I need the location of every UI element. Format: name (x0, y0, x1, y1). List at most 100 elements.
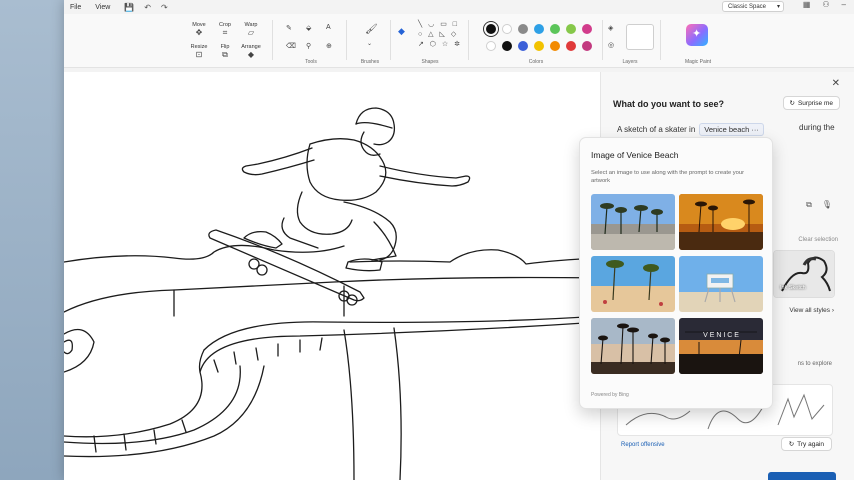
color-swatch[interactable] (502, 24, 512, 34)
refresh-icon: ↻ (789, 100, 795, 107)
layers-icon[interactable]: ◈ (608, 24, 613, 32)
undo-icon[interactable]: ↶ (144, 3, 151, 12)
shapes-fill-icon[interactable]: ◆ (398, 26, 405, 37)
lifeguard-tower-image (679, 256, 763, 312)
minimize-icon[interactable]: – (842, 0, 846, 9)
warp-icon: ▱ (247, 28, 255, 37)
color-swatch[interactable] (534, 41, 544, 51)
prompt-prefix: A sketch of a skater in (617, 125, 696, 134)
color-swatch[interactable] (550, 41, 560, 51)
save-icon[interactable]: 💾 (124, 3, 134, 12)
chevron-down-icon[interactable]: ⌄ (367, 40, 372, 47)
divider (390, 20, 391, 60)
color-picker-icon[interactable]: ⚲ (306, 42, 311, 50)
fill-icon[interactable]: ⬙ (306, 24, 311, 32)
background-icon[interactable]: ◎ (608, 41, 614, 49)
color-swatch[interactable] (582, 24, 592, 34)
image-option-4[interactable] (679, 256, 763, 312)
flip-icon: ⧉ (222, 50, 228, 59)
colors-group: Colors (472, 14, 600, 68)
color-swatch[interactable] (518, 41, 528, 51)
skater-sketch (64, 107, 600, 480)
prompt-actions: ⧉ 🎙 (806, 200, 832, 210)
dusk-palms-image (591, 318, 675, 374)
move-tool[interactable]: Move ✥ (186, 22, 212, 37)
divider (272, 20, 273, 60)
ribbon: Move ✥ Crop ⌗ Warp ▱ Resize ⊡ Flip ⧉ Arrange ◆… (64, 14, 854, 68)
image-option-3[interactable] (591, 256, 675, 312)
brush-icon[interactable]: 🖌 (365, 24, 378, 35)
warp-tool[interactable]: Warp ▱ (238, 22, 264, 37)
prompt-input[interactable]: A sketch of a skater in Venice beach ··· (617, 123, 764, 136)
image-option-2[interactable] (679, 194, 763, 250)
popup-title: Image of Venice Beach (591, 150, 679, 160)
menu-file[interactable]: File (70, 4, 81, 11)
user-icon[interactable]: ⚇ (822, 0, 829, 9)
color-swatch[interactable] (566, 41, 576, 51)
image-option-5[interactable] (591, 318, 675, 374)
image-picker-popup: Image of Venice Beach Select an image to… (579, 137, 773, 409)
zoom-icon[interactable]: ⊕ (326, 42, 332, 50)
menu-view[interactable]: View (95, 4, 110, 11)
refresh-icon: ↻ (788, 441, 795, 448)
color-swatch[interactable] (550, 24, 560, 34)
colors-label: Colors (528, 59, 544, 65)
venice-palms-image (591, 194, 675, 250)
grid-icon[interactable]: ▦ (803, 0, 811, 9)
report-offensive-link[interactable]: Report offensive (621, 442, 665, 448)
redo-icon[interactable]: ↷ (161, 3, 168, 12)
arrange-tool[interactable]: Arrange ◆ (238, 44, 264, 59)
venice-sign-text: V E N I C E (703, 332, 739, 339)
powered-by-bing: Powered by Bing (591, 392, 629, 398)
pencil-icon[interactable]: ✎ (286, 24, 292, 32)
color-swatch[interactable] (502, 41, 512, 51)
shapes-label: Shapes (421, 59, 439, 65)
layer-thumbnail[interactable] (626, 24, 654, 50)
resize-tool[interactable]: Resize ⊡ (186, 44, 212, 59)
flip-tool[interactable]: Flip ⧉ (212, 44, 238, 59)
view-all-styles-link[interactable]: View all styles › (789, 307, 834, 314)
image-icon[interactable]: ⧉ (806, 200, 812, 210)
theme-dropdown[interactable]: Classic Space (722, 1, 784, 12)
shapes-row2-icon[interactable]: ○ △ ◺ ◇ (418, 30, 458, 38)
text-icon[interactable]: A (326, 24, 331, 31)
shapes-row1-icon[interactable]: ╲ ◡ ▭ □ (418, 20, 459, 28)
magic-paint-icon[interactable]: ✦ (686, 24, 708, 46)
move-icon: ✥ (195, 28, 203, 37)
mic-icon[interactable]: 🎙 (822, 200, 832, 210)
brushes-group: 🖌 ⌄ Brushes (352, 14, 388, 68)
chip-label: Venice beach (704, 125, 750, 134)
surprise-me-label: Surprise me (797, 99, 833, 107)
clear-selection-link[interactable]: Clear selection (798, 237, 838, 243)
close-icon[interactable]: ✕ (832, 78, 840, 89)
color-swatch[interactable] (486, 24, 496, 34)
create-button[interactable] (768, 472, 836, 480)
eraser-icon[interactable]: ⌫ (286, 42, 296, 50)
divider (346, 20, 347, 60)
shapes-row3-icon[interactable]: ↗ ⬡ ☆ ✲ (418, 40, 462, 48)
window-controls: ▦ ⚇ – (803, 0, 846, 9)
color-swatch[interactable] (566, 24, 576, 34)
color-swatch[interactable] (582, 41, 592, 51)
style-ink-sketch[interactable]: Ink Sketch (773, 250, 835, 298)
try-again-button[interactable]: ↻ Try again (780, 437, 832, 451)
tools-group: ✎ ⬙ A ⌫ ⚲ ⊕ Tools (278, 14, 344, 68)
color-swatch[interactable] (534, 24, 544, 34)
image-option-1[interactable] (591, 194, 675, 250)
brushes-label: Brushes (360, 59, 380, 65)
surprise-me-button[interactable]: ↻ Surprise me (782, 96, 840, 110)
popup-description: Select an image to use along with the pr… (591, 170, 745, 184)
style-label: Ink Sketch (780, 285, 806, 291)
image-option-6[interactable]: V E N I C E (679, 318, 763, 374)
drawing-canvas[interactable] (64, 72, 600, 480)
beach-palms-image (591, 256, 675, 312)
tools-label: Tools (305, 59, 317, 65)
crop-tool[interactable]: Crop ⌗ (212, 22, 238, 37)
explore-text: ns to explore (797, 361, 832, 367)
divider (660, 20, 661, 60)
panel-title: What do you want to see? (613, 99, 725, 109)
color-swatch[interactable] (518, 24, 528, 34)
color-swatch[interactable] (486, 41, 496, 51)
venice-beach-chip[interactable]: Venice beach ··· (699, 123, 764, 136)
venice-sign-image: V E N I C E (679, 318, 763, 374)
